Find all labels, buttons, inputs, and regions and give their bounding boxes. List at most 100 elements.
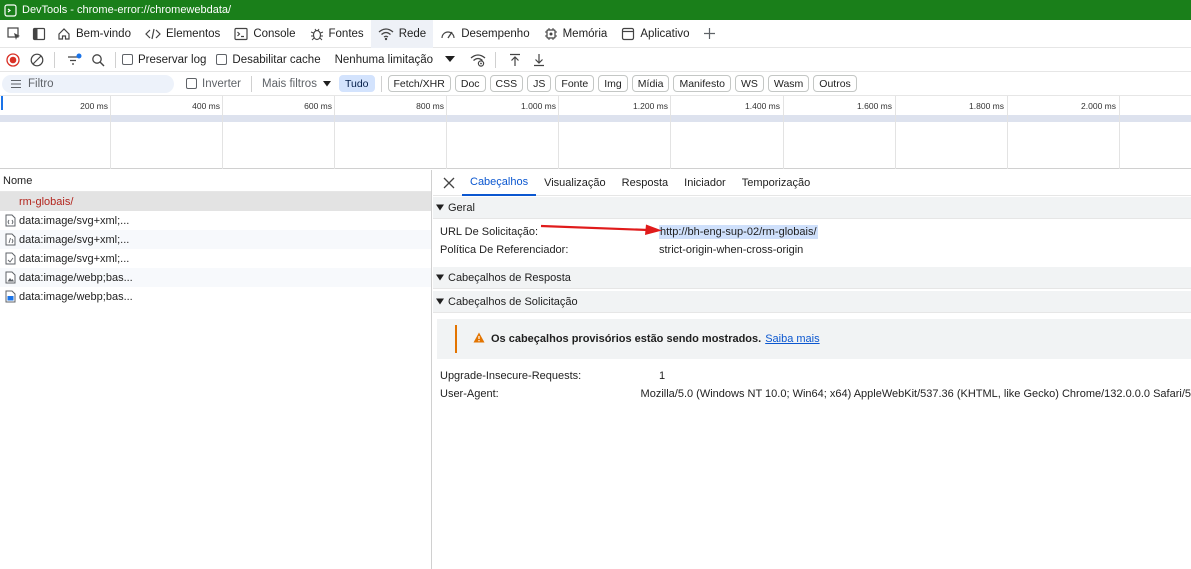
checkbox-box[interactable] xyxy=(122,54,133,65)
type-filter-all[interactable]: Tudo xyxy=(338,75,375,92)
type-filter-doc[interactable]: Doc xyxy=(454,75,486,92)
filter-input[interactable]: Filtro xyxy=(2,74,174,93)
type-filter-img[interactable]: Img xyxy=(598,75,628,92)
header-value[interactable]: http://bh-eng-sup-02/rm-globais/ xyxy=(659,225,818,239)
tab-timing[interactable]: Temporização xyxy=(734,170,818,196)
tab-preview[interactable]: Visualização xyxy=(536,170,614,196)
toolbar-divider xyxy=(495,51,497,68)
header-key: Política De Referenciador: xyxy=(440,244,569,256)
tab-elements[interactable]: Elementos xyxy=(138,20,227,48)
triangle-down-icon xyxy=(436,272,444,284)
overview-tick-label: 200 ms xyxy=(80,101,108,111)
tab-network[interactable]: Rede xyxy=(370,19,434,48)
overview-tick-label: 1.800 ms xyxy=(969,101,1004,111)
export-har-icon[interactable] xyxy=(528,49,550,71)
record-stop-icon[interactable] xyxy=(2,49,24,71)
filter-divider xyxy=(380,75,382,92)
filter-divider xyxy=(251,75,252,92)
code-brackets-icon xyxy=(145,28,161,39)
type-filter-other[interactable]: Outros xyxy=(813,75,857,92)
tab-response[interactable]: Resposta xyxy=(614,170,676,196)
request-row[interactable]: data:image/webp;bas... xyxy=(0,268,431,287)
header-row-referrer-policy: Política De Referenciador: strict-origin… xyxy=(433,241,1191,259)
overview-tick-label: 1.600 ms xyxy=(857,101,892,111)
checkbox-box[interactable] xyxy=(216,54,228,65)
type-filter-css[interactable]: CSS xyxy=(489,75,524,92)
network-conditions-icon[interactable] xyxy=(467,49,489,71)
learn-more-link[interactable]: Saiba mais xyxy=(765,333,819,345)
window-title-bar: DevTools - chrome-error://chromewebdata/ xyxy=(0,0,1191,20)
more-filters-dropdown[interactable]: Mais filtros xyxy=(262,78,331,90)
inspect-element-icon[interactable] xyxy=(0,20,28,48)
section-request-headers-header[interactable]: Cabeçalhos de Solicitação xyxy=(433,291,1191,313)
tab-welcome[interactable]: Bem-vindo xyxy=(50,20,138,48)
clear-icon[interactable] xyxy=(26,49,48,71)
column-header-name[interactable]: Nome xyxy=(0,170,431,192)
request-row[interactable]: rm-globais/ xyxy=(0,192,431,211)
type-filter-media[interactable]: Mídia xyxy=(631,75,670,92)
request-name: data:image/webp;bas... xyxy=(19,290,133,303)
filter-toggle-icon[interactable] xyxy=(63,49,85,71)
tab-memory[interactable]: Memória xyxy=(537,20,615,48)
checkbox-label: Desabilitar cache xyxy=(232,53,321,66)
header-row-user-agent: User-Agent: Mozilla/5.0 (Windows NT 10.0… xyxy=(433,385,1191,403)
type-filter-font[interactable]: Fonte xyxy=(555,75,595,92)
request-row[interactable]: data:image/webp;bas... xyxy=(0,287,431,306)
overview-gridline xyxy=(895,96,896,169)
overview-tick-label: 400 ms xyxy=(192,101,220,111)
tab-initiator[interactable]: Iniciador xyxy=(676,170,734,196)
overview-gridline xyxy=(446,96,447,169)
overview-gridline xyxy=(334,96,335,169)
throttling-select[interactable]: Nenhuma limitação xyxy=(335,54,456,66)
close-icon[interactable] xyxy=(436,170,462,196)
tab-console[interactable]: Console xyxy=(227,20,302,48)
wifi-icon xyxy=(378,27,394,40)
disable-cache-checkbox[interactable]: Desabilitar cache xyxy=(216,53,321,66)
tab-label: Aplicativo xyxy=(640,27,690,40)
tab-application[interactable]: Aplicativo xyxy=(614,20,696,48)
svg-file-icon xyxy=(5,233,16,246)
details-tabs: Cabeçalhos Visualização Resposta Iniciad… xyxy=(433,170,1191,196)
devtools-app-icon xyxy=(4,3,17,17)
more-tools-plus-icon[interactable] xyxy=(699,23,721,45)
section-title: Geral xyxy=(448,201,475,214)
tab-performance[interactable]: Desempenho xyxy=(433,20,536,48)
memory-chip-icon xyxy=(544,27,557,40)
request-name: data:image/svg+xml;... xyxy=(19,233,130,246)
type-filter-js[interactable]: JS xyxy=(527,75,552,92)
section-general-header[interactable]: Geral xyxy=(433,197,1191,219)
overview-activity-band xyxy=(0,115,1191,122)
device-toolbar-icon[interactable] xyxy=(28,20,50,48)
request-row[interactable]: data:image/svg+xml;... xyxy=(0,230,431,249)
type-filter-ws[interactable]: WS xyxy=(735,75,764,92)
type-filter-fetch-xhr[interactable]: Fetch/XHR xyxy=(387,75,451,92)
invert-checkbox[interactable]: Inverter xyxy=(186,78,241,90)
tab-label: Rede xyxy=(398,27,427,40)
header-key: User-Agent: xyxy=(440,388,499,400)
search-icon[interactable] xyxy=(87,49,109,71)
preserve-log-checkbox[interactable]: Preservar log xyxy=(122,54,206,66)
tab-label: Bem-vindo xyxy=(76,27,131,40)
header-value[interactable]: 1 xyxy=(659,370,665,382)
type-filter-wasm[interactable]: Wasm xyxy=(767,75,810,92)
filter-bar: Filtro Inverter Mais filtros Tudo Fetch/… xyxy=(0,72,1191,96)
request-row[interactable]: data:image/svg+xml;... xyxy=(0,211,431,230)
import-har-icon[interactable] xyxy=(504,49,526,71)
checkbox-box[interactable] xyxy=(186,78,197,89)
type-filter-manifest[interactable]: Manifesto xyxy=(673,75,731,92)
overview-gridline xyxy=(1007,96,1008,169)
network-overview-timeline[interactable]: 200 ms 400 ms 600 ms 800 ms 1.000 ms 1.2… xyxy=(0,96,1191,169)
overview-start-marker xyxy=(1,96,3,110)
tab-headers[interactable]: Cabeçalhos xyxy=(462,170,537,196)
section-response-headers-header[interactable]: Cabeçalhos de Resposta xyxy=(433,267,1191,289)
image-file-icon xyxy=(5,271,16,284)
request-row[interactable]: data:image/svg+xml;... xyxy=(0,249,431,268)
request-name: rm-globais/ xyxy=(19,195,74,208)
triangle-down-icon xyxy=(436,202,444,214)
tab-sources[interactable]: Fontes xyxy=(303,20,371,48)
checkbox-label: Inverter xyxy=(202,77,241,90)
tab-label: Elementos xyxy=(165,27,221,40)
provisional-headers-warning: Os cabeçalhos provisórios estão sendo mo… xyxy=(437,319,1191,359)
header-value[interactable]: Mozilla/5.0 (Windows NT 10.0; Win64; x64… xyxy=(641,388,1191,400)
header-value[interactable]: strict-origin-when-cross-origin xyxy=(659,244,803,256)
